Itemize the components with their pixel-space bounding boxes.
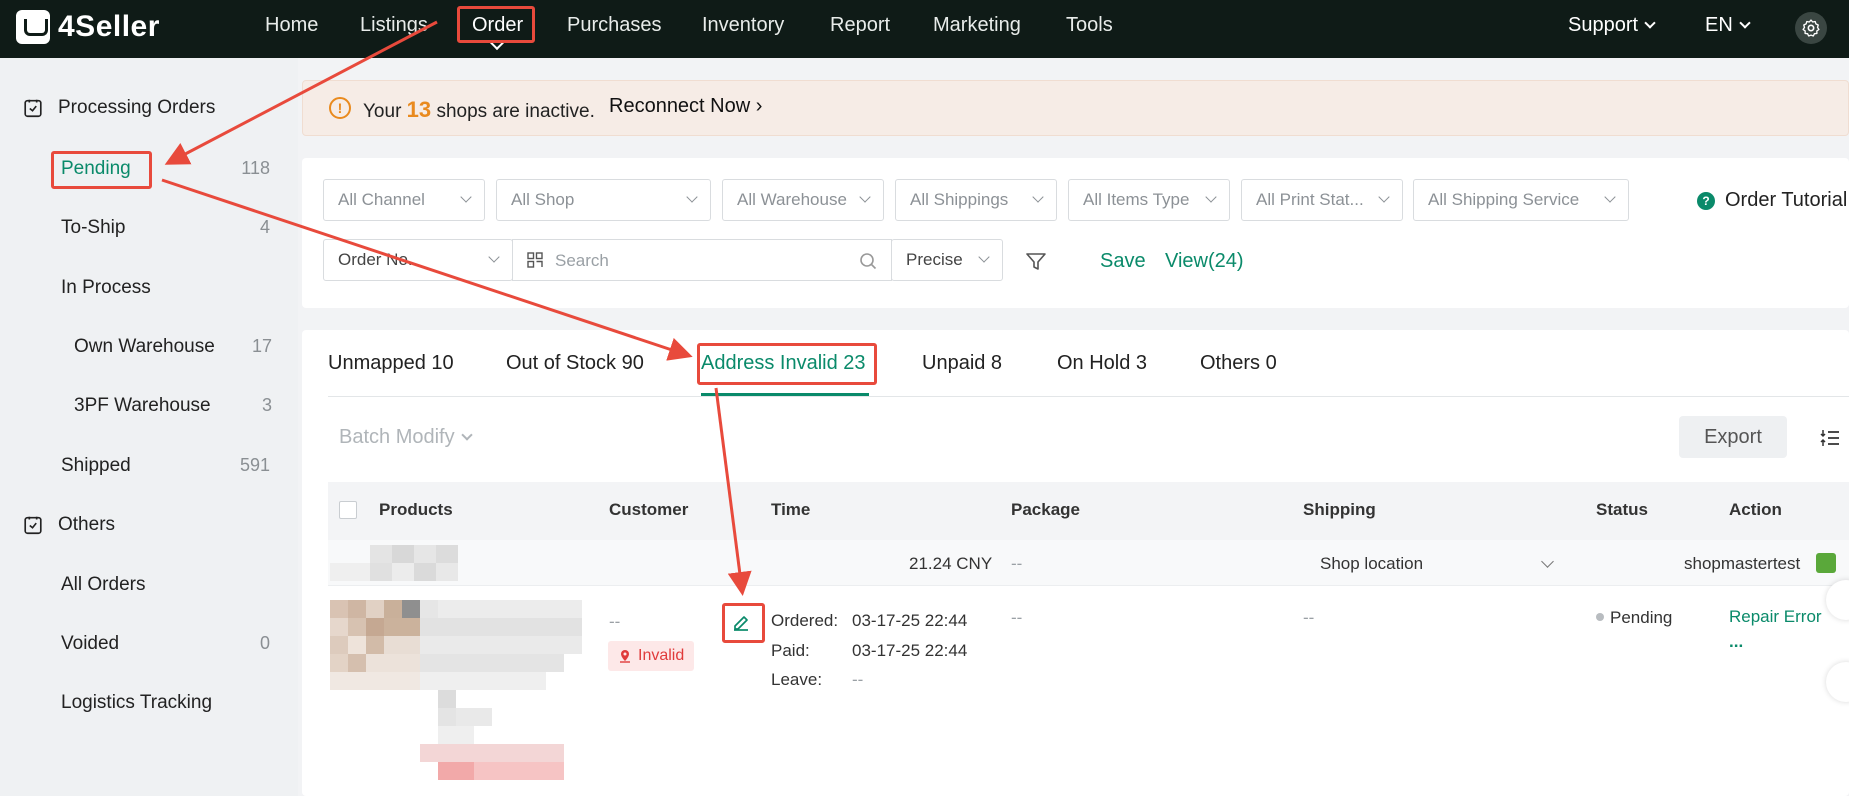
- annotation-arrows: [161, 20, 752, 596]
- arrow-order-to-pending: [164, 20, 438, 165]
- arrow-pending-to-tab: [161, 178, 693, 361]
- arrow-tab-to-edit: [714, 387, 752, 596]
